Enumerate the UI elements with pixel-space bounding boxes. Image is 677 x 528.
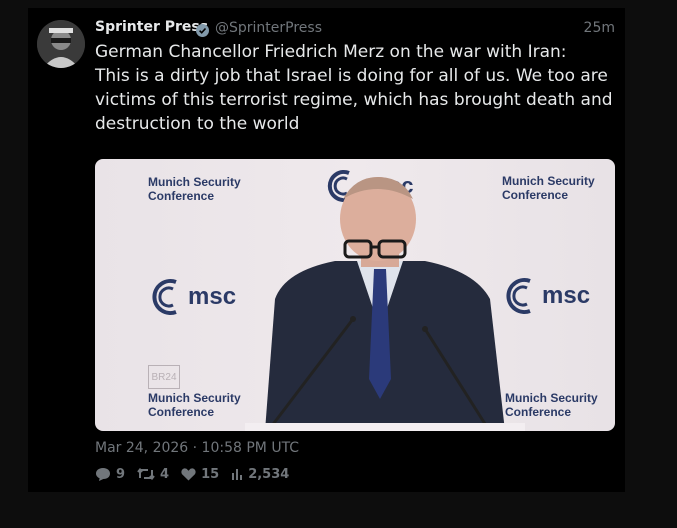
speaker-figure — [245, 177, 525, 431]
tweet-text-line: victims of this terrorist regime, which … — [95, 90, 613, 110]
views-button[interactable]: 2,534 — [231, 467, 289, 482]
retweet-icon — [137, 467, 155, 481]
avatar[interactable] — [37, 20, 85, 68]
verified-badge-icon — [196, 22, 209, 37]
reply-button[interactable]: 9 — [95, 467, 125, 482]
views-chart-icon — [232, 469, 243, 480]
views-count: 2,534 — [248, 466, 290, 482]
author-name[interactable]: Sprinter Press — [95, 19, 208, 35]
retweet-count: 4 — [160, 466, 170, 482]
like-count: 15 — [201, 466, 220, 482]
tweet-text-line: This is a dirty job that Israel is doing… — [95, 66, 608, 86]
tweet-actions: 9 4 15 2,534 — [95, 465, 301, 483]
tweet-time[interactable]: 25m — [584, 20, 615, 36]
reply-count: 9 — [116, 466, 126, 482]
tweet-video[interactable]: Munich Security Conference Munich Securi… — [95, 159, 615, 431]
tweet-text-line: destruction to the world — [95, 114, 300, 134]
tweet-text-line: German Chancellor Friedrich Merz on the … — [95, 42, 567, 62]
reply-icon — [96, 467, 110, 481]
author-handle[interactable]: @SprinterPress — [215, 20, 322, 36]
like-button[interactable]: 15 — [181, 467, 219, 482]
tweet-timestamp[interactable]: Mar 24, 2026 · 10:58 PM UTC — [95, 440, 299, 456]
heart-icon — [181, 467, 196, 480]
tweet-text: German Chancellor Friedrich Merz on the … — [95, 40, 625, 136]
retweet-button[interactable]: 4 — [137, 467, 169, 482]
